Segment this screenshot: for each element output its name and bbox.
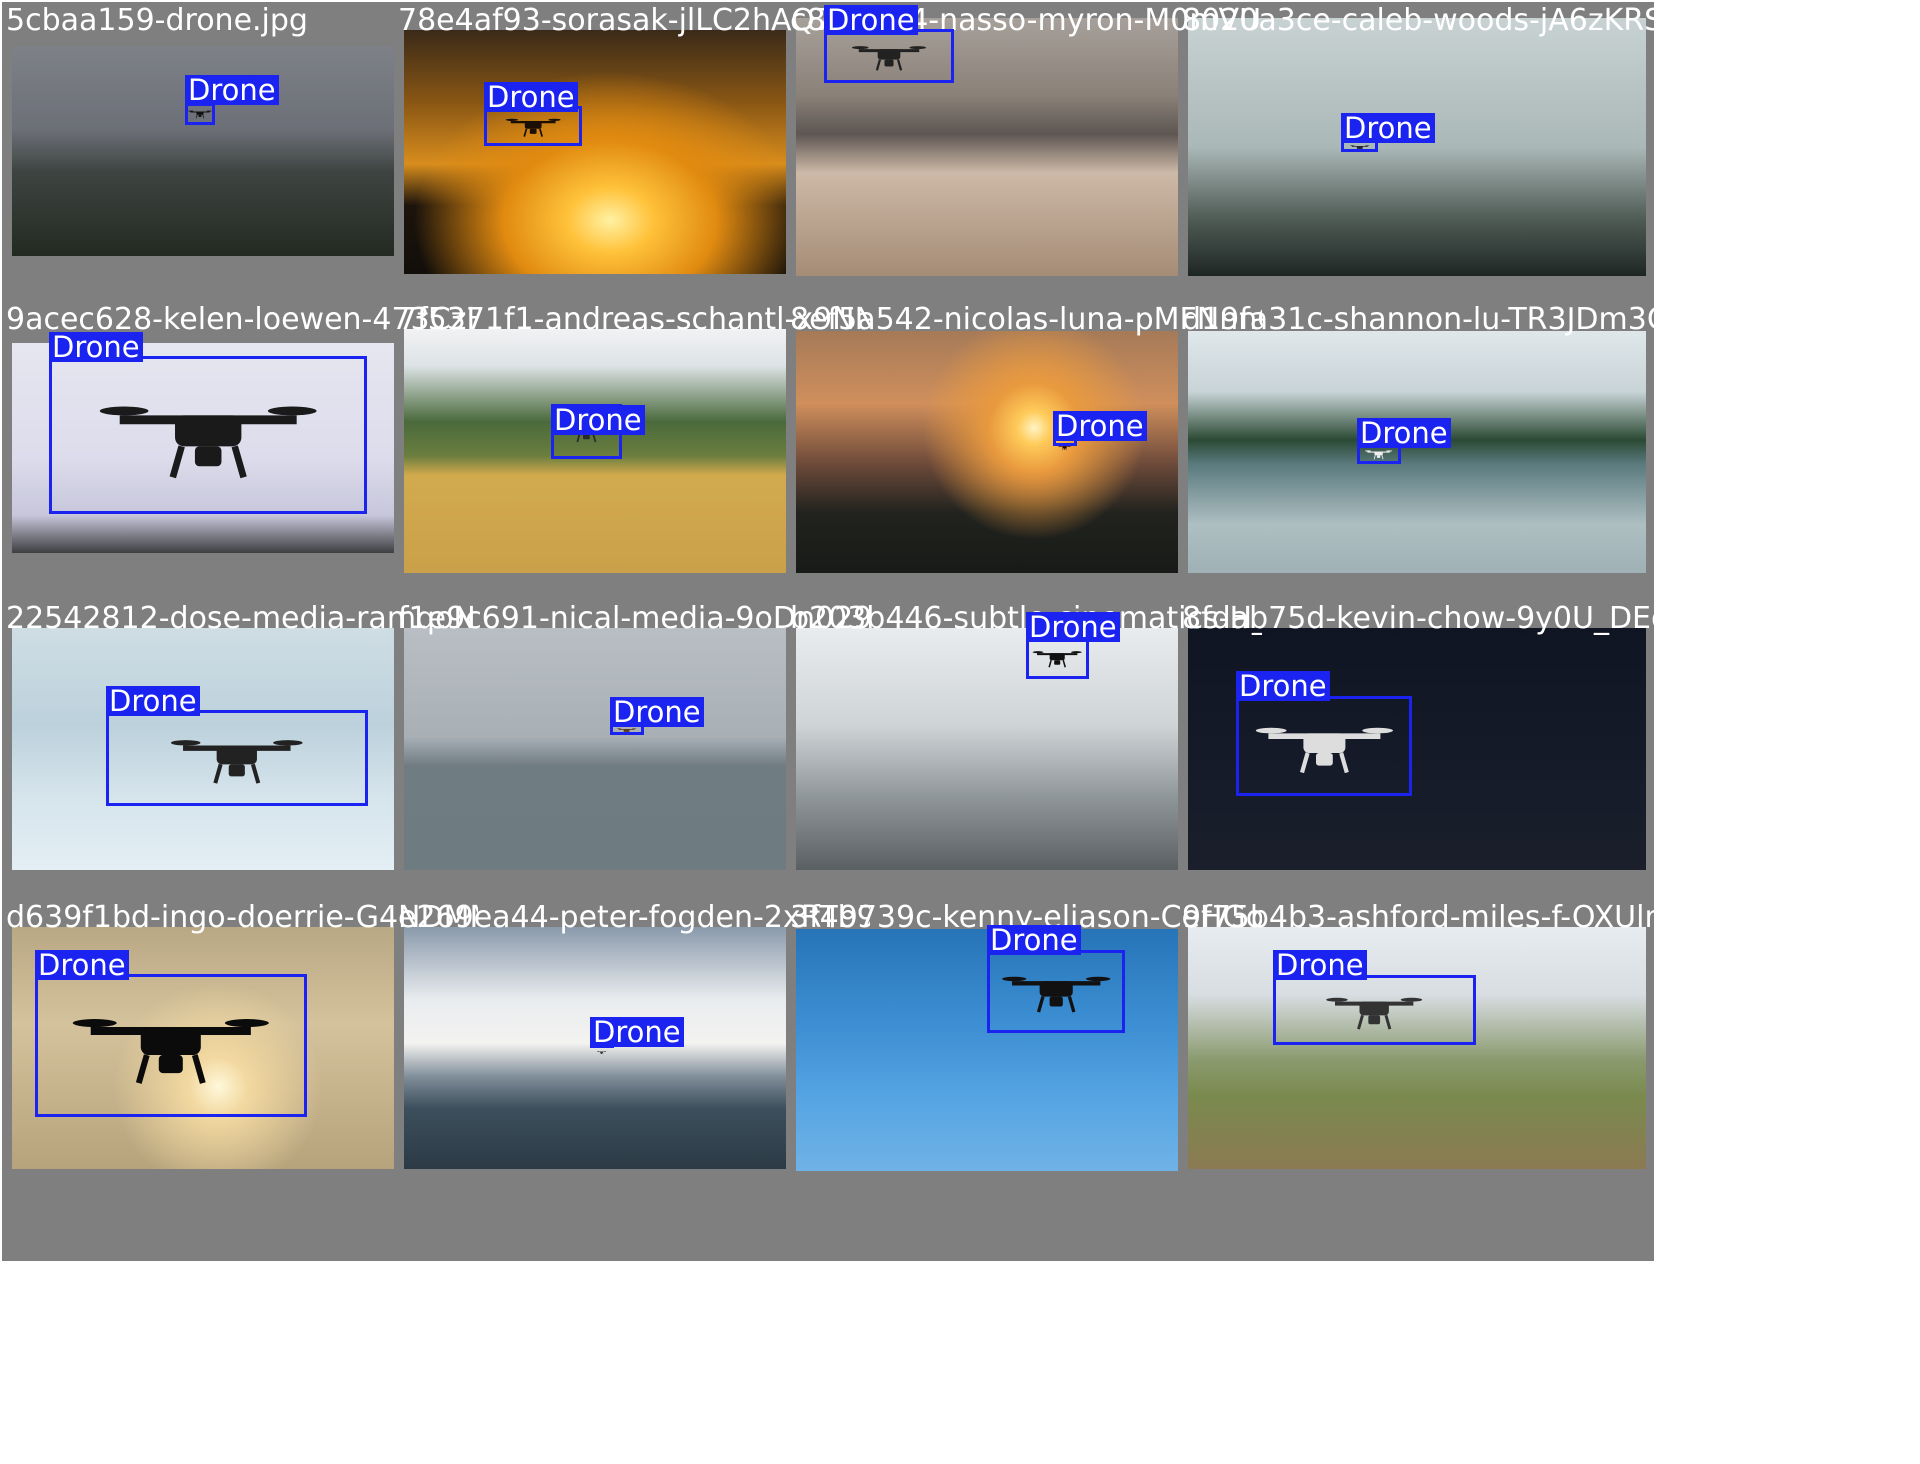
detection-box — [1236, 696, 1412, 796]
detection-label: Drone — [1026, 612, 1120, 642]
detection-label: Drone — [1236, 671, 1330, 701]
detection-grid: 5cbaa159-drone.jpg Drone 78e4af93-sorasak… — [0, 0, 1920, 1464]
detection-box — [1273, 975, 1476, 1045]
detection-box — [49, 356, 367, 514]
detection-box — [824, 29, 954, 83]
tile-filename: 9f75b4b3-ashford-miles-f-OXUlmTZj4-unspl… — [1182, 900, 1654, 935]
detection-label: Drone — [484, 82, 578, 112]
detection-label: Drone — [1357, 418, 1451, 448]
tile-filename: 8fdab75d-kevin-chow-9y0U_DEgZ0E-unsplash — [1182, 601, 1654, 636]
tile-filename: 5cbaa159-drone.jpg — [6, 3, 308, 38]
detection-label: Drone — [106, 686, 200, 716]
tile-filename: 8020a3ce-caleb-woods-jA6zKRSYx3I-unsplas… — [1182, 3, 1654, 38]
detection-label: Drone — [987, 925, 1081, 955]
detection-box — [106, 710, 368, 806]
detection-label: Drone — [35, 950, 129, 980]
detection-box — [35, 974, 307, 1117]
detection-label: Drone — [1053, 411, 1147, 441]
detection-label: Drone — [551, 405, 645, 435]
detection-label: Drone — [824, 5, 918, 35]
detection-label: Drone — [49, 332, 143, 362]
detection-label: Drone — [185, 75, 279, 105]
detection-label: Drone — [1273, 950, 1367, 980]
detection-label: Drone — [610, 697, 704, 727]
image-tile[interactable]: 9f75b4b3-ashford-miles-f-OXUlmTZj4-unspl… — [1178, 899, 1654, 1261]
photo — [1188, 18, 1646, 276]
photo — [1188, 927, 1646, 1169]
detection-label: Drone — [590, 1017, 684, 1047]
photo — [1188, 331, 1646, 573]
tile-filename: d19fa31c-shannon-lu-TR3JDm3CRpw-unsplash — [1182, 302, 1654, 337]
detection-box — [987, 950, 1125, 1033]
detection-label: Drone — [1341, 113, 1435, 143]
